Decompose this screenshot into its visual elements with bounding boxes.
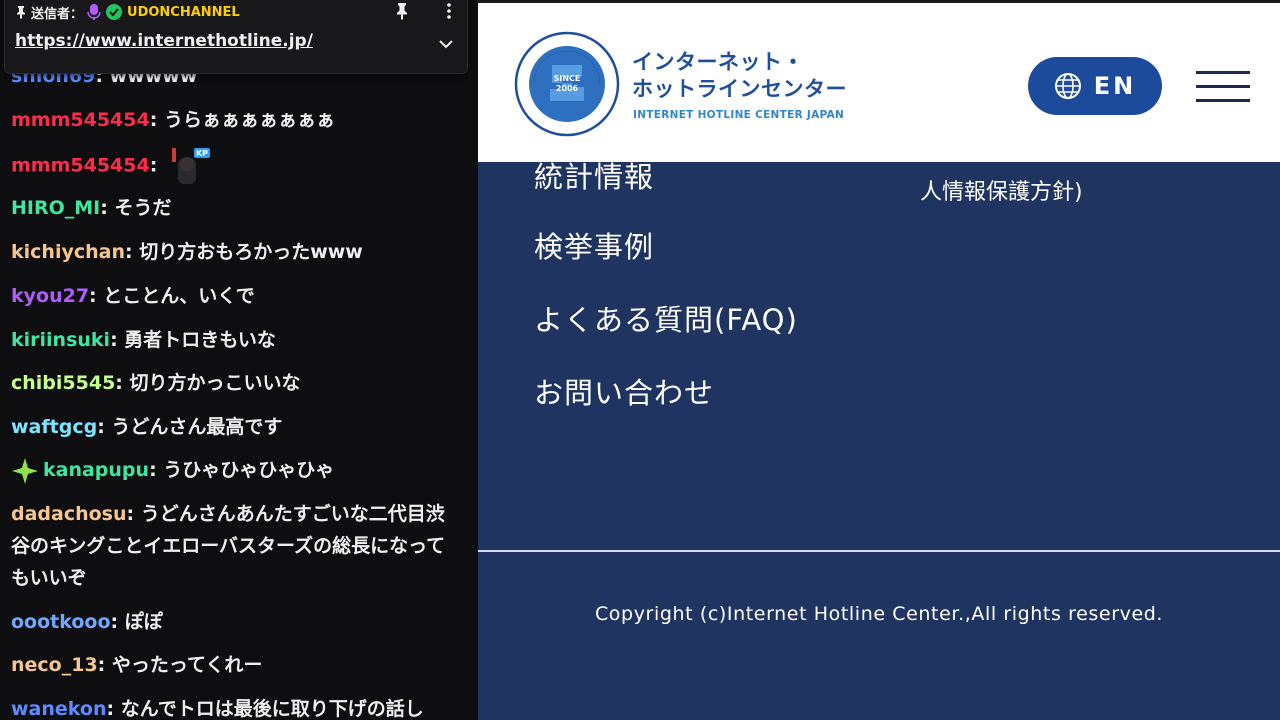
chat-username[interactable]: kichiychan [11, 241, 125, 263]
chat-username[interactable]: kyou27 [11, 285, 89, 307]
chat-message: HIRO_MI: そうだ [11, 192, 451, 224]
chat-message: mmm545454: KP [11, 144, 451, 188]
svg-text:KP: KP [196, 149, 208, 158]
chat-colon: : [100, 197, 115, 219]
chevron-down-icon[interactable] [439, 40, 453, 49]
sparkle-badge-icon [12, 457, 38, 484]
chat-colon: : [149, 154, 164, 177]
chat-text: とことん、いくで [103, 285, 255, 307]
nav-item-arrest-cases[interactable]: 検挙事例 [534, 224, 654, 266]
chat-text: 切り方おもろかったwww [139, 241, 363, 263]
chat-username[interactable]: waftgcg [11, 416, 97, 438]
language-label: EN [1093, 72, 1137, 100]
chat-message: dadachosu: うどんさんあんたすごいな二代目渋谷のキングことイエローバス… [11, 498, 451, 594]
site-header: SINCE 2006 インターネット・ ホットラインセンター INTERNET … [478, 0, 1280, 162]
sender-label: 送信者： [31, 6, 84, 22]
nav-item-statistics[interactable]: 統計情報 [534, 162, 654, 196]
chat-message: kanapupu: うひゃひゃひゃひゃ [11, 454, 451, 486]
chat-message: kichiychan: 切り方おもろかったwww [11, 236, 451, 268]
chat-username[interactable]: oootkooo [11, 611, 111, 633]
channel-name[interactable]: UDONCHANNEL [127, 5, 240, 20]
chat-colon: : [149, 109, 164, 131]
microphone-badge-icon [87, 4, 101, 20]
chat-message: kiriinsuki: 勇者トロきもいな [11, 324, 451, 356]
chat-message: neco_13: やったってくれー [11, 649, 451, 681]
chat-username[interactable]: HIRO_MI [11, 197, 100, 219]
kp-emote-icon[interactable]: KP [168, 144, 212, 188]
copyright-text: Copyright (c)Internet Hotline Center.,Al… [594, 603, 1164, 625]
chat-text: うどんさん最高です [111, 416, 283, 438]
nav-item-faq[interactable]: よくある質問(FAQ) [534, 297, 798, 339]
logo-title-line1: インターネット・ [632, 50, 804, 74]
chat-colon: : [124, 241, 140, 263]
nav-item-privacy-policy[interactable]: 人情報保護方針) [920, 174, 1083, 206]
chat-text: 勇者トロきもいな [124, 329, 276, 351]
chat-username[interactable]: kiriinsuki [11, 329, 110, 351]
chat-message: kyou27: とことん、いくで [11, 280, 451, 312]
chat-colon: : [89, 285, 104, 307]
chat-username[interactable]: mmm545454 [11, 109, 150, 131]
chat-text: なんでトロは最後に取り下げの話し [120, 698, 424, 720]
chat-text: ぽぽ [124, 611, 163, 633]
chat-colon: : [149, 459, 164, 481]
chat-panel: shion69: wwwww mmm545454: うらぁぁぁぁぁぁぁ mmm545… [0, 0, 478, 720]
chat-colon: : [106, 698, 121, 720]
globe-icon [1054, 73, 1081, 99]
chat-username[interactable]: chibi5545 [11, 372, 115, 394]
chat-text: やったってくれー [111, 654, 263, 676]
chat-username[interactable]: kanapupu [43, 459, 149, 481]
website-panel: SINCE 2006 インターネット・ ホットラインセンター INTERNET … [478, 0, 1280, 720]
chat-message: mmm545454: うらぁぁぁぁぁぁぁ [11, 104, 451, 136]
language-switch-button[interactable]: EN [1028, 57, 1162, 115]
site-logo-english: INTERNET HOTLINE CENTER JAPAN [633, 109, 845, 121]
pinned-message[interactable]: 送信者： UDONCHANNEL https://www.internethot… [4, 0, 468, 74]
site-logo-title[interactable]: インターネット・ ホットラインセンター [632, 49, 847, 103]
chat-message: oootkooo: ぽぽ [11, 606, 451, 638]
nav-item-contact[interactable]: お問い合わせ [534, 370, 714, 412]
verified-badge-icon [106, 4, 123, 20]
pin-icon[interactable] [395, 2, 409, 20]
chat-username[interactable]: neco_13 [11, 654, 98, 676]
chat-username[interactable]: mmm545454 [11, 155, 150, 177]
chat-message: wanekon: なんでトロは最後に取り下げの話し [11, 693, 451, 720]
chat-colon: : [97, 654, 112, 676]
chat-colon: : [115, 372, 130, 394]
chat-colon: : [110, 329, 125, 351]
chat-text: 切り方かっこいいな [129, 372, 301, 394]
pin-small-icon [17, 6, 25, 19]
chat-message: waftgcg: うどんさん最高です [11, 411, 451, 443]
chat-text: うらぁぁぁぁぁぁぁ [163, 109, 335, 131]
chat-text: うひゃひゃひゃひゃ [163, 459, 335, 481]
chat-username[interactable]: wanekon [11, 698, 107, 720]
pinned-url-link[interactable]: https://www.internethotline.jp/ [15, 31, 313, 51]
chat-text: そうだ [114, 197, 172, 219]
seal-year-text: 2006 [556, 84, 579, 93]
site-nav-menu: 統計情報 検挙事例 よくある質問(FAQ) お問い合わせ 人情報保護方針) [478, 162, 1280, 550]
chat-username[interactable]: dadachosu [11, 503, 127, 525]
footer-divider [478, 550, 1280, 552]
chat-colon: : [97, 416, 112, 438]
pinned-header: 送信者： UDONCHANNEL [15, 2, 240, 22]
seal-since-text: SINCE [554, 74, 581, 83]
more-options-icon[interactable] [447, 3, 451, 19]
chat-colon: : [126, 503, 141, 525]
hamburger-menu-icon[interactable] [1194, 69, 1252, 105]
chat-message: chibi5545: 切り方かっこいいな [11, 367, 451, 399]
logo-title-line2: ホットラインセンター [632, 77, 847, 101]
hotline-seal-logo[interactable]: SINCE 2006 [514, 31, 620, 137]
chat-colon: : [110, 611, 125, 633]
